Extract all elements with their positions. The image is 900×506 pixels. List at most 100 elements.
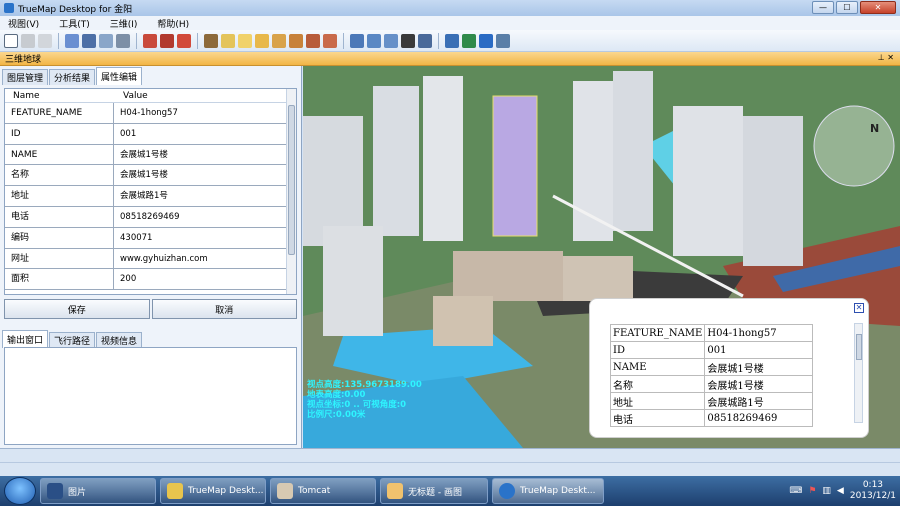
menu-view[interactable]: 视图(V)	[8, 17, 39, 30]
popup-value: 001	[704, 341, 814, 359]
network-icon[interactable]: ▥	[822, 486, 831, 496]
tab-attributes[interactable]: 属性编辑	[96, 67, 143, 85]
row-value[interactable]: H04-1hong57	[114, 103, 286, 123]
status-bar-secondary	[0, 462, 900, 476]
select-tool-icon[interactable]	[4, 33, 18, 48]
camera-icon[interactable]	[401, 33, 415, 48]
close-button[interactable]: ✕	[860, 1, 896, 14]
chart-icon[interactable]	[272, 33, 286, 48]
magnify-icon[interactable]	[99, 33, 113, 48]
flag-icon[interactable]: ⚑	[808, 486, 816, 496]
row-value[interactable]: 200	[114, 269, 286, 289]
zoom-tool-icon[interactable]	[38, 33, 52, 48]
video-icon[interactable]	[418, 33, 432, 48]
tab-flight-path[interactable]: 飞行路径	[49, 332, 96, 348]
popup-key: NAME	[609, 358, 706, 376]
row-key: NAME	[5, 144, 114, 165]
popup-scrollbar[interactable]	[854, 323, 863, 423]
grid-row[interactable]: NAME 会展城1号楼	[5, 144, 296, 166]
path-icon[interactable]	[367, 33, 381, 48]
popup-row: 地址 会展城路1号	[609, 392, 814, 410]
maximize-button[interactable]: ☐	[836, 1, 858, 14]
row-key: FEATURE_NAME	[5, 103, 114, 123]
task-truemap-1[interactable]: TrueMap Deskt...	[160, 478, 266, 504]
navigate-icon[interactable]	[82, 33, 96, 48]
popup-row: NAME 会展城1号楼	[609, 358, 814, 376]
tab-video-info[interactable]: 视频信息	[96, 332, 143, 348]
popup-key: 名称	[609, 375, 706, 393]
measure-icon[interactable]	[143, 33, 157, 48]
row-value[interactable]: 会展城1号楼	[114, 165, 286, 185]
row-value[interactable]: 会展城1号楼	[114, 145, 286, 165]
row-value[interactable]: www.gyhuizhan.com	[114, 249, 286, 269]
grid-row[interactable]: 网址 www.gyhuizhan.com	[5, 248, 296, 270]
task-paint[interactable]: 无标题 - 画图	[380, 478, 488, 504]
brush-icon[interactable]	[323, 33, 337, 48]
pan-tool-icon[interactable]	[21, 33, 35, 48]
scrollbar-thumb[interactable]	[288, 105, 295, 255]
grid-row[interactable]: ID 001	[5, 123, 296, 145]
popup-row: 名称 会展城1号楼	[609, 375, 814, 393]
window-controls: — ☐ ✕	[812, 1, 896, 14]
grid-row[interactable]: 编码 430071	[5, 227, 296, 249]
clock[interactable]: 0:13 2013/12/1	[850, 480, 896, 502]
row-value[interactable]: 08518269469	[114, 207, 286, 227]
open-folder-icon[interactable]	[238, 33, 252, 48]
tomcat-icon	[277, 483, 293, 499]
screen-icon[interactable]	[116, 33, 130, 48]
row-value[interactable]: 会展城路1号	[114, 186, 286, 206]
globe-icon[interactable]	[65, 33, 79, 48]
task-truemap-2[interactable]: TrueMap Deskt...	[492, 478, 604, 504]
start-button[interactable]	[4, 477, 36, 505]
tab-analysis[interactable]: 分析结果	[49, 69, 96, 85]
task-label: 无标题 - 画图	[408, 487, 462, 498]
flag-icon[interactable]	[177, 33, 191, 48]
task-pictures[interactable]: 图片	[40, 478, 156, 504]
task-label: TrueMap Deskt...	[520, 486, 596, 496]
minimize-button[interactable]: —	[812, 1, 834, 14]
menu-3d[interactable]: 三维(I)	[110, 17, 138, 30]
row-key: ID	[5, 123, 114, 144]
task-tomcat[interactable]: Tomcat	[270, 478, 376, 504]
grid-row[interactable]: 电话 08518269469	[5, 206, 296, 228]
map-icon[interactable]	[462, 33, 476, 48]
task-label: TrueMap Deskt...	[188, 486, 264, 496]
popup-row: FEATURE_NAME H04-1hong57	[609, 324, 814, 342]
tab-layers[interactable]: 图层管理	[2, 69, 49, 85]
grid-row[interactable]: FEATURE_NAME H04-1hong57	[5, 103, 296, 124]
close-icon[interactable]: ✕	[854, 303, 864, 313]
window-icon[interactable]	[445, 33, 459, 48]
marker-icon[interactable]	[160, 33, 174, 48]
settings-icon[interactable]	[496, 33, 510, 48]
fire-icon[interactable]	[289, 33, 303, 48]
grid-row[interactable]: 地址 会展城路1号	[5, 186, 296, 207]
save-button[interactable]: 保存	[4, 299, 150, 319]
line-icon[interactable]	[350, 33, 364, 48]
menu-help[interactable]: 帮助(H)	[157, 17, 189, 30]
tab-output[interactable]: 输出窗口	[2, 330, 49, 348]
grid-row[interactable]: 名称 会展城1号楼	[5, 165, 296, 187]
grid-row[interactable]: 面积 200	[5, 269, 296, 291]
bottom-tabs: 输出窗口 飞行路径 视频信息	[2, 330, 143, 348]
pin-icon[interactable]: ⊥ ✕	[878, 53, 894, 62]
left-tabs: 图层管理 分析结果 属性编辑	[2, 67, 143, 85]
viewpoint-coords: 视点坐标:0 .. 可视角度:0	[307, 400, 407, 410]
route-icon[interactable]	[384, 33, 398, 48]
popup-row: ID 001	[609, 341, 814, 359]
popup-key: ID	[609, 341, 706, 359]
grid-scrollbar[interactable]	[286, 89, 296, 294]
box-icon[interactable]	[204, 33, 218, 48]
toolbar	[0, 30, 900, 52]
map-status-text: 视点高度:135.9673189.00 地表高度:0.00 视点坐标:0 .. …	[307, 380, 422, 420]
volume-icon[interactable]: ◀	[837, 486, 844, 496]
row-value[interactable]: 001	[114, 124, 286, 144]
popup-scroll-thumb[interactable]	[856, 334, 862, 360]
dig-icon[interactable]	[306, 33, 320, 48]
row-value[interactable]: 430071	[114, 228, 286, 248]
keyboard-icon[interactable]: ⌨	[789, 486, 802, 496]
folder-icon[interactable]	[221, 33, 235, 48]
cancel-button[interactable]: 取消	[151, 299, 297, 319]
earth-icon[interactable]	[479, 33, 493, 48]
menu-tools[interactable]: 工具(T)	[59, 17, 90, 30]
layer-icon[interactable]	[255, 33, 269, 48]
